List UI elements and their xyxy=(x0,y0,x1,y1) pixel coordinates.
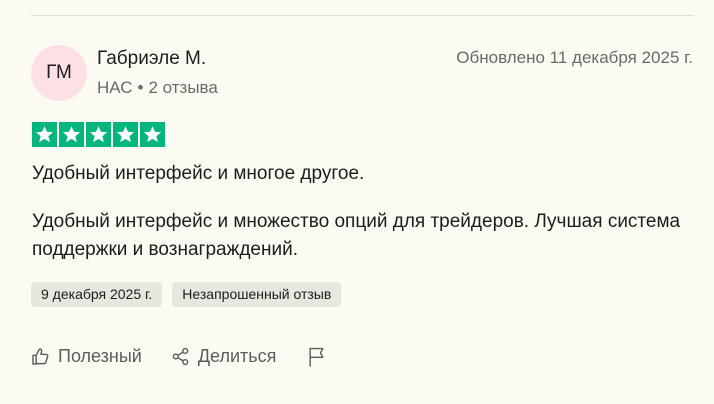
share-label: Делиться xyxy=(197,345,277,366)
review-tags: 9 декабря 2025 г. Незапрошенный отзыв xyxy=(31,282,342,307)
star-icon xyxy=(140,122,165,147)
review-actions: Полезный Делиться xyxy=(31,343,326,369)
star-icon xyxy=(86,122,111,147)
star-icon xyxy=(113,122,138,147)
thumbs-up-icon xyxy=(31,347,50,366)
updated-date: Обновлено 11 декабря 2025 г. xyxy=(456,48,693,67)
review-text: Удобный интерфейс и множество опций для … xyxy=(32,211,681,260)
reviewer-country: НАС xyxy=(97,78,133,97)
star-rating xyxy=(32,122,165,147)
meta-separator: • xyxy=(137,78,144,97)
avatar[interactable]: ГМ xyxy=(31,45,87,101)
review-type-tag: Незапрошенный отзыв xyxy=(172,282,342,307)
avatar-initials: ГМ xyxy=(46,62,72,83)
reviewer-name[interactable]: Габриэле М. xyxy=(97,48,206,70)
flag-icon xyxy=(307,346,326,367)
star-icon xyxy=(59,122,84,147)
review-date-tag: 9 декабря 2025 г. xyxy=(31,282,163,307)
share-icon xyxy=(171,347,190,366)
star-icon xyxy=(32,122,57,147)
reviewer-meta: НАС • 2 отзыва xyxy=(97,78,218,98)
reviewer-reviews-count: 2 отзыва xyxy=(148,78,218,97)
report-button[interactable] xyxy=(307,346,326,367)
useful-label: Полезный xyxy=(58,345,142,366)
review-title: Удобный интерфейс и многое другое. xyxy=(32,163,365,184)
top-divider xyxy=(31,15,694,16)
share-button[interactable]: Делиться xyxy=(171,345,277,367)
useful-button[interactable]: Полезный xyxy=(31,346,142,367)
